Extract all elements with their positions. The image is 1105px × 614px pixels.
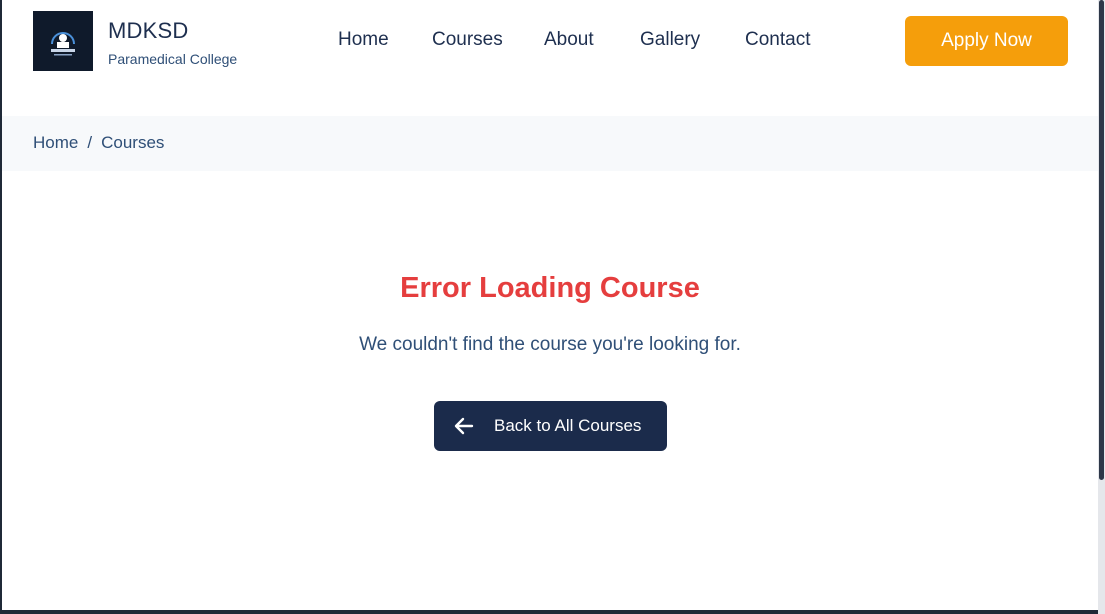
apply-now-button[interactable]: Apply Now xyxy=(905,16,1068,66)
brand-subtitle: Paramedical College xyxy=(108,51,238,67)
back-button-label: Back to All Courses xyxy=(494,416,642,435)
error-message: We couldn't find the course you're looki… xyxy=(359,334,741,355)
breadcrumb: Home / Courses xyxy=(33,133,164,153)
nav-item-home[interactable]: Home xyxy=(338,29,389,51)
page: MDKSD Paramedical College Home Courses A… xyxy=(2,0,1098,610)
breadcrumb-home[interactable]: Home xyxy=(33,133,78,153)
back-to-courses-button[interactable]: Back to All Courses xyxy=(434,401,667,451)
college-logo[interactable] xyxy=(33,11,93,71)
brand-name: MDKSD xyxy=(108,18,189,43)
logo-emblem-icon xyxy=(51,32,75,56)
site-header: MDKSD Paramedical College Home Courses A… xyxy=(2,0,1098,116)
arrow-left-icon xyxy=(454,417,474,435)
nav-item-about[interactable]: About xyxy=(544,29,594,51)
error-title: Error Loading Course xyxy=(400,272,700,304)
nav-item-contact[interactable]: Contact xyxy=(745,29,810,51)
scrollbar-track[interactable] xyxy=(1098,0,1105,614)
breadcrumb-separator: / xyxy=(87,133,93,152)
nav-item-courses[interactable]: Courses xyxy=(432,29,503,51)
breadcrumb-bar: Home / Courses xyxy=(2,116,1098,171)
breadcrumb-courses[interactable]: Courses xyxy=(101,133,164,153)
scrollbar-thumb[interactable] xyxy=(1099,0,1104,480)
nav-item-gallery[interactable]: Gallery xyxy=(640,29,700,51)
